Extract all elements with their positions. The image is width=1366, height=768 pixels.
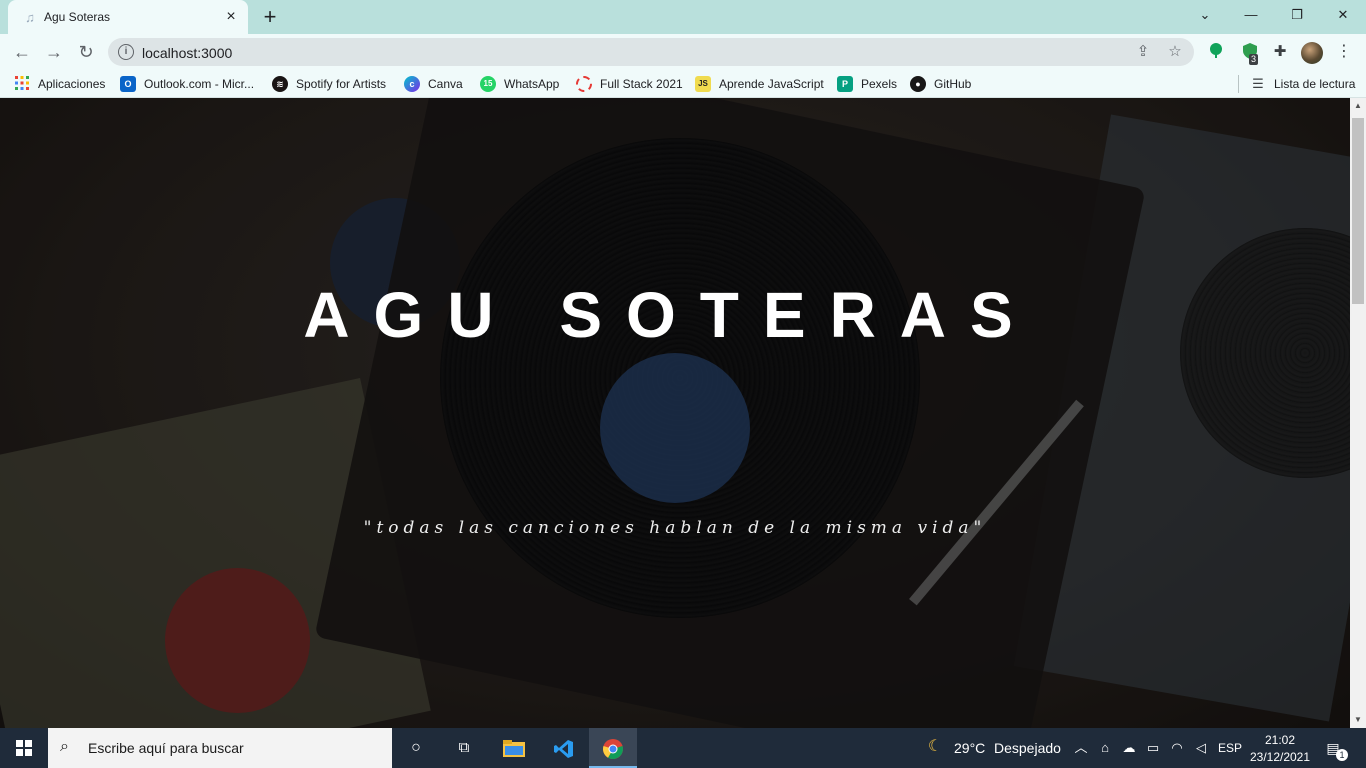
vscode-icon[interactable] [540,728,588,768]
bookmark-star-icon[interactable]: ☆ [1166,43,1184,61]
canva-icon: c [404,76,420,92]
github-icon: ● [910,76,926,92]
browser-toolbar: ← → ↻ i localhost:3000 ⇪ ☆ 3 ✚ ⋮ [0,34,1366,70]
scroll-down-arrow-icon[interactable]: ▼ [1350,712,1366,728]
shield-extension-icon[interactable]: 3 [1240,42,1260,65]
page-scrollbar[interactable]: ▲ ▼ [1350,98,1366,728]
bookmark-full-stack-2021[interactable]: Full Stack 2021 [576,76,683,92]
puzzle-extensions-icon[interactable]: ✚ [1270,42,1290,62]
bookmark-label: Aprende JavaScript [719,77,824,91]
bookmark-label: WhatsApp [504,77,560,91]
share-icon[interactable]: ⇪ [1134,43,1152,61]
pexels-icon: P [837,76,853,92]
bookmarks-bar: Aplicaciones O Outlook.com - Micr... ≋ Spo… [0,70,1366,98]
onedrive-cloud-icon[interactable]: ☁ [1120,739,1138,757]
reload-icon[interactable]: ↻ [74,40,98,64]
whatsapp-icon: 15 [480,76,496,92]
clock-date[interactable]: 23/12/2021 [1248,750,1312,764]
hero-section: AGU SOTERAS "todas las canciones hablan … [0,98,1350,728]
hero-title: AGU SOTERAS [303,279,1037,351]
reading-list-label: Lista de lectura [1274,77,1356,91]
reading-list-icon: ☰ [1252,76,1264,91]
weather-condition[interactable]: Despejado [994,740,1061,756]
cortana-circle-icon[interactable]: ○ [392,728,440,768]
avatar[interactable] [1301,42,1323,64]
taskbar-search-placeholder: Escribe aquí para buscar [88,740,244,756]
tab-title: Agu Soteras [44,10,111,24]
close-window-button[interactable]: ✕ [1320,0,1366,30]
task-view-icon[interactable]: ⧉ [440,728,488,768]
spotify-icon: ≋ [272,76,288,92]
bookmark-label: GitHub [934,77,972,91]
bookmark-label: Outlook.com - Micr... [144,77,255,91]
bookmark-aprende-javascript[interactable]: JS Aprende JavaScript [695,76,824,92]
bookmark-label: Aplicaciones [38,77,106,91]
address-url[interactable]: localhost:3000 [142,45,232,61]
tab-agu-soteras[interactable]: ♫ Agu Soteras × [8,0,248,34]
hero-overlay [0,98,1350,728]
chrome-taskbar-icon[interactable] [589,728,637,768]
weather-temperature[interactable]: 29°C [954,740,985,756]
kebab-menu-icon[interactable]: ⋮ [1334,42,1354,62]
bookmark-outlook[interactable]: O Outlook.com - Micr... [120,76,254,92]
clock-time[interactable]: 21:02 [1248,733,1312,747]
windows-taskbar: ⌕ Escribe aquí para buscar ○ ⧉ ☾ 29°C De… [0,728,1366,768]
bookmark-label: Canva [428,77,463,91]
fullstack-icon [576,76,592,92]
bookmark-github[interactable]: ● GitHub [910,76,971,92]
music-note-icon: ♫ [25,10,35,25]
green-extension-icon[interactable] [1206,42,1226,62]
show-hidden-icons-chevron-up-icon[interactable]: ︿ [1072,739,1090,757]
tab-close-icon[interactable]: × [222,8,240,26]
bookmark-aplicaciones[interactable]: Aplicaciones [14,76,105,92]
address-bar[interactable]: i localhost:3000 ⇪ ☆ [108,38,1194,66]
notifications-count: 1 [1336,749,1348,761]
taskbar-search-box[interactable]: ⌕ Escribe aquí para buscar [48,728,392,768]
back-arrow-icon[interactable]: ← [10,40,34,64]
extension-badge: 3 [1249,54,1259,65]
restore-button[interactable]: ❐ [1274,0,1320,30]
bookmark-spotify-for-artists[interactable]: ≋ Spotify for Artists [272,76,386,92]
bookmark-label: Spotify for Artists [296,77,387,91]
reading-list-button[interactable]: ☰ Lista de lectura [1250,76,1355,92]
apps-grid-icon [14,76,30,92]
site-info-icon[interactable]: i [118,44,134,60]
start-button[interactable] [0,728,48,768]
bookmark-label: Full Stack 2021 [600,77,683,91]
bookmark-canva[interactable]: c Canva [404,76,463,92]
bookmark-pexels[interactable]: P Pexels [837,76,897,92]
minimize-button[interactable]: — [1228,0,1274,30]
language-indicator[interactable]: ESP [1216,741,1244,755]
bookmark-label: Pexels [861,77,898,91]
battery-icon[interactable]: ▭ [1144,739,1162,757]
hero-quote: "todas las canciones hablan de la misma … [363,518,987,538]
bookmark-whatsapp[interactable]: 15 WhatsApp [480,76,559,92]
screen: ♫ Agu Soteras × + ⌄ — ❐ ✕ ← → ↻ i localh… [0,0,1366,768]
device-icon[interactable]: ⌂ [1096,739,1114,757]
file-explorer-icon[interactable] [490,728,538,768]
tab-search-chevron-down-icon[interactable]: ⌄ [1182,0,1228,30]
search-icon: ⌕ [60,738,69,755]
scroll-up-arrow-icon[interactable]: ▲ [1350,98,1366,114]
outlook-icon: O [120,76,136,92]
new-tab-button[interactable]: + [258,5,282,29]
javascript-icon: JS [695,76,711,92]
windows-logo-icon [16,740,32,756]
moon-weather-icon[interactable]: ☾ [926,738,944,756]
scrollbar-thumb[interactable] [1352,118,1364,304]
volume-speaker-icon[interactable]: ◁ [1192,739,1210,757]
bookmarks-divider [1238,75,1239,93]
browser-titlebar: ♫ Agu Soteras × + ⌄ — ❐ ✕ [0,0,1366,34]
wifi-icon[interactable]: ◠ [1168,739,1186,757]
forward-arrow-icon[interactable]: → [42,40,66,64]
